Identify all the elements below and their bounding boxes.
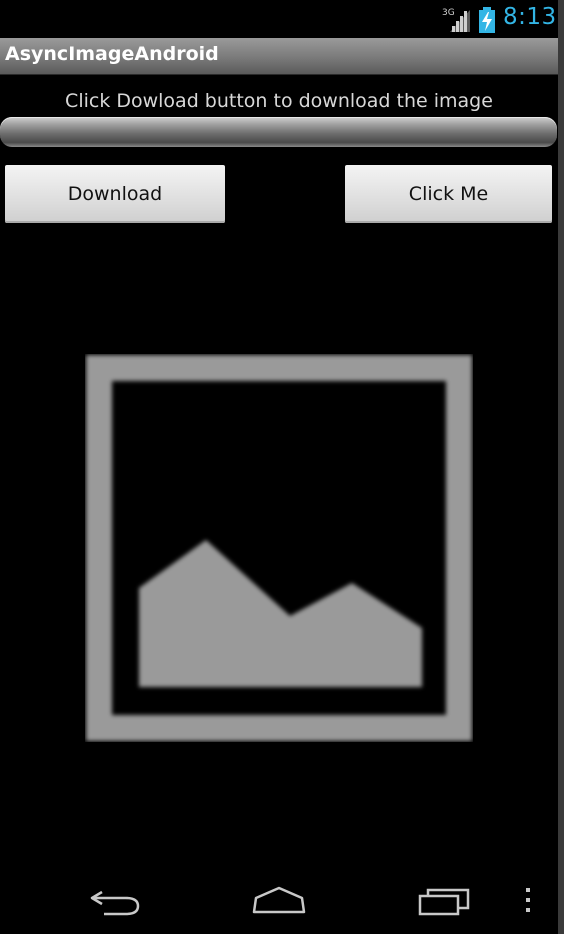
navigation-bar <box>0 868 558 934</box>
download-button[interactable]: Download <box>5 165 225 223</box>
battery-charging-icon <box>479 7 495 33</box>
back-icon[interactable] <box>88 884 144 918</box>
phone-screen: 3G 8:13 AsyncImageAndroid Click Dowload … <box>0 0 558 934</box>
image-placeholder-icon <box>86 355 472 741</box>
home-icon[interactable] <box>248 884 310 918</box>
app-title: AsyncImageAndroid <box>5 43 219 65</box>
instruction-text: Click Dowload button to download the ima… <box>65 90 493 112</box>
recent-apps-icon[interactable] <box>412 882 474 918</box>
action-bar: AsyncImageAndroid <box>0 38 558 75</box>
status-bar: 3G 8:13 <box>0 0 558 38</box>
network-type-label: 3G <box>442 8 455 18</box>
screen-edge <box>558 0 564 934</box>
click-me-button[interactable]: Click Me <box>345 165 552 223</box>
status-clock: 8:13 <box>503 4 557 30</box>
signal-3g-icon: 3G <box>442 8 470 32</box>
overflow-menu-icon[interactable] <box>520 886 536 916</box>
progress-bar <box>0 117 557 147</box>
